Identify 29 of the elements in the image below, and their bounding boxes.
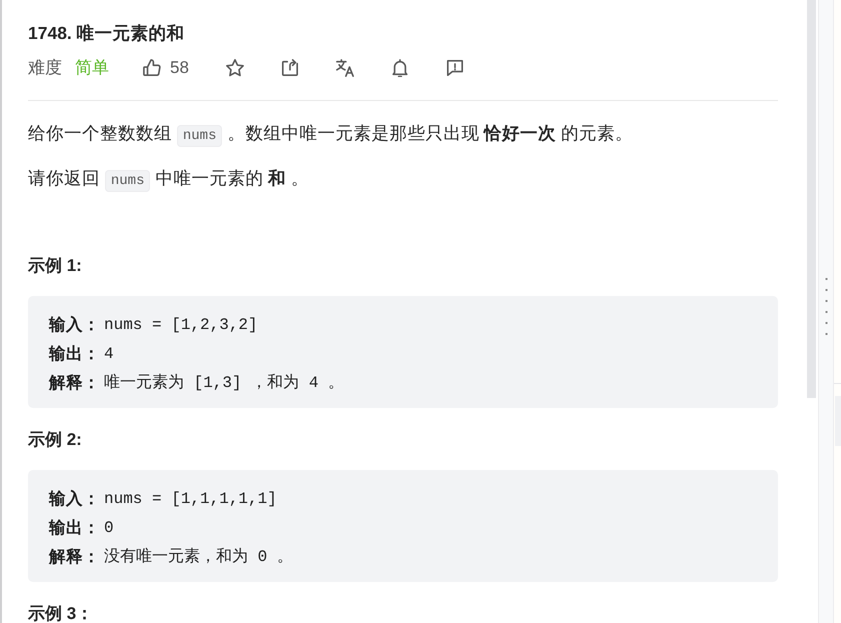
star-icon[interactable] [226,59,244,77]
difficulty-label: 难度 [28,57,62,79]
example-label: 输出： [49,344,100,364]
description-paragraph: 请你返回 nums 中唯一元素的 和 。 [28,164,778,192]
example-heading: 示例 3： [28,603,94,623]
example-label: 解释： [49,372,100,394]
bell-icon[interactable] [390,59,409,77]
example-value: 没有唯一元素，和为 0 。 [104,546,293,568]
like-button[interactable]: 58 [143,58,189,78]
example-label: 输入： [49,314,100,336]
example-heading: 示例 2: [28,429,83,451]
description-paragraph: 给你一个整数数组 nums 。数组中唯一元素是那些只出现 恰好一次 的元素。 [28,119,778,147]
resize-handle[interactable] [818,0,834,623]
share-icon[interactable] [280,59,299,77]
translate-icon[interactable] [336,59,354,77]
example-value: 4 [104,344,114,364]
example-value: nums = [1,1,1,1,1] [104,488,277,510]
example-label: 解释： [49,546,100,568]
example-heading: 示例 1: [28,255,83,277]
difficulty-value: 简单 [75,57,109,79]
problem-title: 1748. 唯一元素的和 [28,22,186,45]
example-value: nums = [1,2,3,2] [104,314,258,336]
example-value: 唯一元素为 [1,3] ，和为 4 。 [104,372,344,394]
example-value: 0 [104,518,114,538]
scrollbar-thumb[interactable] [807,0,816,398]
feedback-icon[interactable] [446,59,464,77]
thumbs-up-icon [143,59,161,77]
example-label: 输入： [49,488,100,510]
example-label: 输出： [49,518,100,538]
